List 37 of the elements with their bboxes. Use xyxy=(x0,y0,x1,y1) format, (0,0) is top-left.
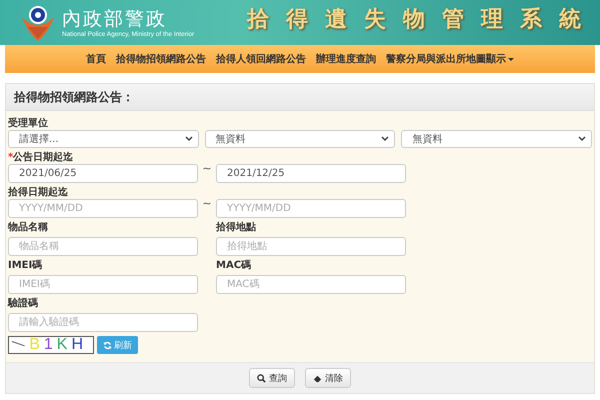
field-label: 拾得日期起迄 xyxy=(8,186,69,199)
nav-link[interactable]: 拾得人領回網路公告 xyxy=(216,52,306,66)
nav-link[interactable]: 辦理進度查詢 xyxy=(316,52,376,66)
field-label: 驗證碼 xyxy=(8,297,39,310)
chevron-icon xyxy=(184,136,193,142)
input-field[interactable]: 2021/12/25 xyxy=(216,164,406,183)
dropdown-field[interactable]: 無資料 xyxy=(401,130,592,148)
nav-link[interactable]: 警察分局與派出所地圖顯示 xyxy=(386,52,514,66)
dropdown-field[interactable]: 無資料 xyxy=(204,130,396,148)
search-button[interactable]: 查詢 xyxy=(249,368,295,388)
clear-button[interactable]: 清除 xyxy=(305,368,351,388)
input-field[interactable]: MAC碼 xyxy=(216,275,406,294)
refresh-icon xyxy=(103,340,112,350)
search-icon xyxy=(257,374,266,382)
field-label: IMEI碼 xyxy=(8,259,44,272)
field-label: 物品名稱 xyxy=(8,221,49,234)
input-field[interactable]: 拾得地點 xyxy=(216,237,406,256)
chevron-icon xyxy=(578,136,586,142)
field-label: 受理單位 xyxy=(8,117,49,130)
input-field[interactable]: 請輸入驗證碼 xyxy=(8,313,198,332)
panel-title: 拾得物招領網路公告： xyxy=(14,88,134,106)
agency-name: 內政部警政 xyxy=(62,7,168,31)
input-field[interactable]: 物品名稱 xyxy=(8,237,198,256)
chevron-icon xyxy=(381,136,390,142)
field-label: *公告日期起迄 xyxy=(8,151,74,164)
nav-link[interactable]: 拾得物招領網路公告 xyxy=(116,52,206,66)
field-label: MAC碼 xyxy=(216,259,252,272)
input-field[interactable]: YYYY/MM/DD xyxy=(216,199,406,218)
dropdown-field[interactable]: 請選擇... xyxy=(8,130,199,148)
range-separator: ~ xyxy=(201,199,213,209)
field-label: 拾得地點 xyxy=(216,221,257,234)
nav-link[interactable]: 首頁 xyxy=(86,52,106,66)
range-separator: ~ xyxy=(201,164,213,174)
system-title: 拾得遺失物管理系統 xyxy=(247,6,598,34)
input-field[interactable]: IMEI碼 xyxy=(8,275,198,294)
input-field[interactable]: 2021/06/25 xyxy=(8,164,198,183)
input-field[interactable]: YYYY/MM/DD xyxy=(8,199,198,218)
